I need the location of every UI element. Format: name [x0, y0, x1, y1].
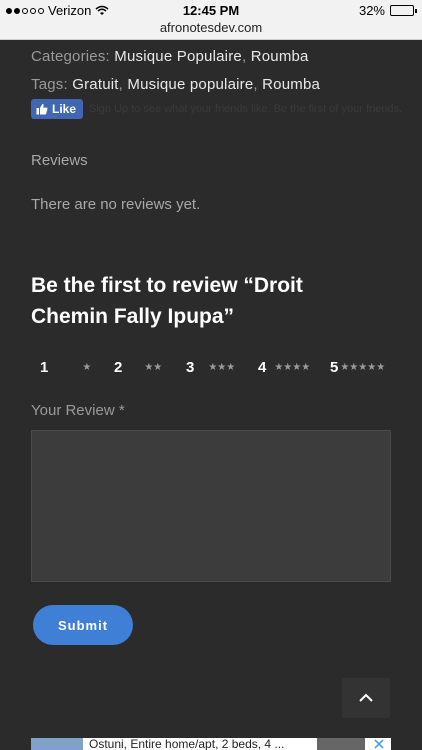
ad-text: Ostuni, Entire home/apt, 2 beds, 4 ... — [89, 738, 285, 750]
rating-number: 1 — [40, 358, 49, 376]
tag-link[interactable]: Musique populaire — [127, 76, 253, 93]
category-link[interactable]: Musique Populaire — [114, 48, 242, 65]
rating-option-1[interactable]: 1 ★ — [40, 352, 91, 382]
submit-button[interactable]: Submit — [33, 605, 133, 645]
chevron-up-icon — [359, 693, 373, 702]
ad-close-button[interactable] — [367, 738, 391, 750]
tag-link[interactable]: Roumba — [262, 76, 320, 93]
thumbs-up-icon — [36, 103, 48, 115]
categories-label: Categories: — [31, 48, 110, 65]
browser-status-bar: Verizon 12:45 PM 32% afronotesdev.com — [0, 0, 422, 40]
review-textarea[interactable] — [31, 430, 391, 582]
ad-image — [31, 738, 83, 750]
rating-number: 3 — [186, 358, 195, 376]
battery-icon — [390, 5, 417, 16]
battery-status: 32% — [358, 3, 417, 18]
star-rating-selector: 1 ★ 2 ★★ 3 ★★★ 4 ★★★★ 5 ★★★★★ — [31, 352, 391, 382]
rating-option-5[interactable]: 5 ★★★★★ — [330, 352, 385, 382]
star-icon: ★ — [82, 361, 92, 373]
tab-reviews[interactable]: Reviews — [31, 152, 88, 169]
address-bar[interactable]: afronotesdev.com — [0, 20, 422, 35]
battery-percent: 32% — [358, 3, 385, 18]
your-review-label: Your Review * — [31, 402, 125, 419]
rating-number: 4 — [258, 358, 267, 376]
like-label: Like — [52, 102, 77, 116]
rating-option-3[interactable]: 3 ★★★ — [186, 352, 235, 382]
ad-cta[interactable] — [317, 738, 365, 750]
facebook-like-widget: Like Sign Up to see what your friends li… — [31, 99, 402, 119]
close-icon — [374, 739, 384, 749]
star-icon: ★★ — [144, 361, 163, 373]
like-social-text: Sign Up to see what your friends like. B… — [89, 103, 403, 115]
category-link[interactable]: Roumba — [251, 48, 309, 65]
product-tags: Tags: Gratuit, Musique populaire, Roumba — [31, 76, 321, 93]
rating-number: 5 — [330, 358, 339, 376]
review-form-title: Be the first to review “Droit Chemin Fal… — [31, 274, 303, 328]
facebook-like-button[interactable]: Like — [31, 99, 84, 119]
tag-link[interactable]: Gratuit — [72, 76, 118, 93]
tags-label: Tags: — [31, 76, 68, 93]
star-icon: ★★★ — [208, 361, 236, 373]
ad-banner[interactable]: Ostuni, Entire home/apt, 2 beds, 4 ... — [31, 738, 391, 750]
rating-option-2[interactable]: 2 ★★ — [114, 352, 162, 382]
rating-option-4[interactable]: 4 ★★★★ — [258, 352, 310, 382]
no-reviews-text: There are no reviews yet. — [31, 196, 201, 213]
rating-number: 2 — [114, 358, 123, 376]
product-categories: Categories: Musique Populaire, Roumba — [31, 48, 309, 65]
scroll-to-top-button[interactable] — [342, 678, 390, 718]
star-icon: ★★★★★ — [340, 361, 386, 373]
star-icon: ★★★★ — [274, 361, 311, 373]
